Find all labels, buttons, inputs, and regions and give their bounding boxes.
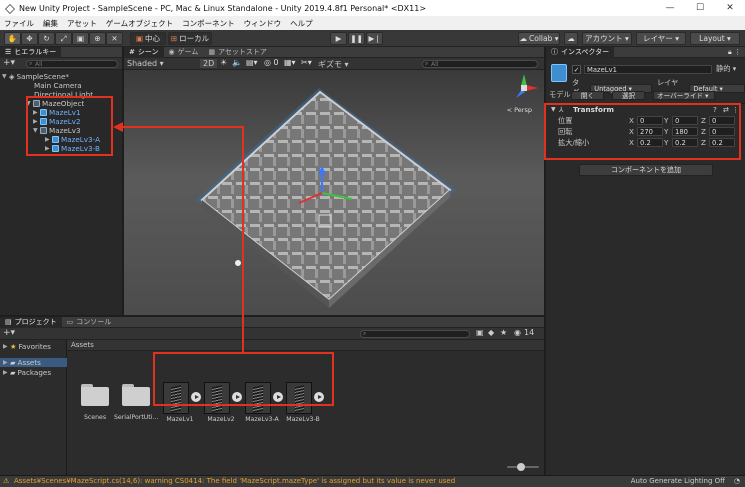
annotation-arrow [113,122,244,352]
